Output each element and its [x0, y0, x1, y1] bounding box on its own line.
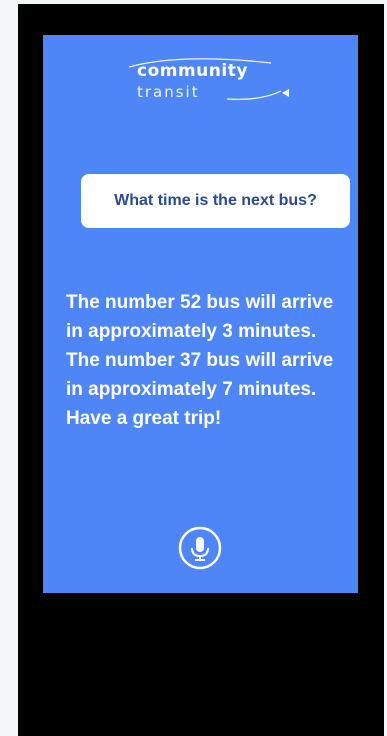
- kiosk-screen: community transit What time is the next …: [43, 35, 358, 593]
- kiosk-frame: community transit What time is the next …: [18, 4, 384, 736]
- logo-word-transit: transit: [137, 83, 200, 101]
- logo-word-community: community: [137, 61, 248, 81]
- microphone-button[interactable]: [178, 526, 222, 570]
- question-bubble: What time is the next bus?: [81, 174, 350, 228]
- answer-text: The number 52 bus will arrive in approxi…: [66, 292, 334, 429]
- microphone-icon: [178, 526, 222, 570]
- community-transit-logo: community transit: [121, 55, 291, 111]
- question-text: What time is the next bus?: [114, 192, 317, 209]
